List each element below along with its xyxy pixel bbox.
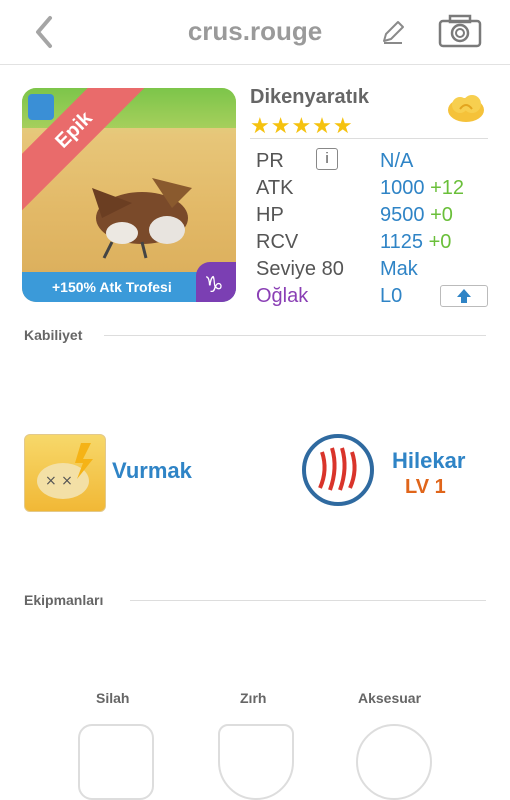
up-arrow-icon — [457, 289, 471, 303]
active-skill-name[interactable]: Vurmak — [112, 458, 192, 484]
hp-bonus: +0 — [430, 204, 453, 226]
rcv-row: 1125 +0 — [380, 231, 451, 254]
claw-marks-icon — [318, 447, 357, 491]
camera-icon[interactable] — [438, 14, 482, 48]
top-bar: crus.rouge — [0, 0, 510, 65]
atk-row: 1000 +12 — [380, 177, 464, 200]
divider — [130, 600, 486, 601]
zodiac-sign-icon: ♑ — [196, 262, 236, 302]
atk-label: ATK — [256, 177, 294, 199]
hp-value: 9500 — [380, 204, 425, 226]
page-title: crus.rouge — [187, 16, 323, 46]
atk-bonus: +12 — [430, 177, 464, 199]
weapon-label: Silah — [96, 690, 130, 706]
hp-label: HP — [256, 204, 284, 226]
equipment-title: Ekipmanları — [24, 592, 104, 608]
level-label: Seviye 80 — [256, 258, 344, 280]
hp-row: 9500 +0 — [380, 204, 453, 227]
weapon-slot[interactable] — [78, 724, 154, 800]
hit-face-icon: × × — [37, 443, 93, 499]
level-value: Mak — [380, 258, 418, 280]
passive-skill-level: LV 1 — [405, 476, 446, 498]
armor-label: Zırh — [240, 690, 267, 706]
monster-portrait — [92, 178, 192, 259]
atk-value: 1000 — [380, 177, 425, 199]
passive-skill-icon[interactable] — [302, 434, 374, 506]
star-rating: ★★★★★ — [250, 113, 354, 138]
pr-value: N/A — [380, 150, 414, 172]
element-cloud-icon — [448, 95, 484, 122]
info-button[interactable]: i — [316, 148, 338, 170]
sign-label: Oğlak — [256, 285, 309, 307]
active-skill-icon[interactable]: × × — [24, 434, 106, 512]
abilities-title: Kabiliyet — [24, 327, 83, 343]
svg-text:× ×: × × — [45, 473, 73, 489]
accessory-label: Aksesuar — [358, 690, 422, 706]
armor-slot[interactable] — [218, 724, 294, 800]
pr-label: PR — [256, 150, 284, 172]
rcv-label: RCV — [256, 231, 299, 253]
monster-card[interactable]: Epik +150% Atk Trofesi ♑ — [22, 88, 236, 302]
accessory-slot[interactable] — [356, 724, 432, 800]
svg-text:♑: ♑ — [204, 273, 224, 298]
upgrade-button[interactable] — [440, 285, 488, 307]
rcv-value: 1125 — [380, 231, 424, 253]
passive-skill-name[interactable]: Hilekar — [392, 448, 465, 474]
divider — [104, 335, 486, 336]
card-badge-icon — [28, 94, 54, 120]
sign-value: L0 — [380, 285, 403, 307]
edit-pencil-icon[interactable] — [380, 19, 406, 45]
rcv-bonus: +0 — [428, 231, 452, 253]
monster-name: Dikenyaratık — [250, 86, 369, 108]
divider — [250, 138, 488, 139]
